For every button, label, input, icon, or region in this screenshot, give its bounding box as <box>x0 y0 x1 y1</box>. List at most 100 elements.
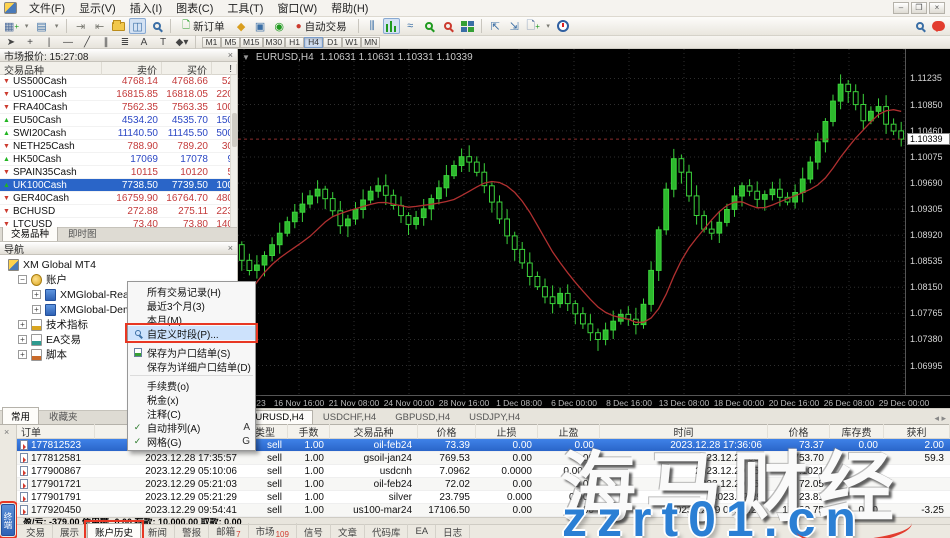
context-menu-item[interactable]: 税金(x) <box>128 392 255 406</box>
terminal-tab-交易[interactable]: 交易 <box>19 524 53 538</box>
terminal-tab-展示[interactable]: 展示 <box>53 524 87 538</box>
new-order-button[interactable]: 🗋 新订单 <box>176 18 231 34</box>
terminal-side-tab[interactable]: 终端 <box>1 504 15 536</box>
terminal-tab-邮箱[interactable]: 邮箱7 <box>209 523 248 538</box>
trendline-tool-icon[interactable]: ╱ <box>80 37 94 48</box>
market-watch-row[interactable]: ▲HK50Cash17069170789 <box>0 153 237 166</box>
expand-plus-icon[interactable]: + <box>18 335 27 344</box>
terminal-tab-EA[interactable]: EA <box>408 525 436 538</box>
chart-tab-usdjpy[interactable]: USDJPY,H4 <box>460 410 529 424</box>
context-menu-item[interactable]: 最近3个月(3) <box>128 298 255 312</box>
timeframe-button-h4[interactable]: H4 <box>304 37 323 48</box>
history-row[interactable]: 1778125812023.12.28 17:35:57sell1.00gsoi… <box>17 452 950 465</box>
indicators-dropdown-icon[interactable]: ▾ <box>544 18 553 34</box>
menubar-item[interactable]: 窗口(W) <box>270 0 324 17</box>
market-watch-row[interactable]: ▼LTCUSD73.4073.80140 <box>0 218 237 227</box>
expand-plus-icon[interactable]: + <box>32 305 41 314</box>
timeframe-button-h1[interactable]: H1 <box>285 37 304 48</box>
channel-tool-icon[interactable]: ∥ <box>99 37 113 48</box>
profiles-dropdown-icon[interactable]: ▾ <box>52 18 61 34</box>
close-button[interactable]: × <box>929 2 945 14</box>
fibonacci-tool-icon[interactable]: ≣ <box>118 37 132 48</box>
cursor-tool-icon[interactable]: ➤ <box>4 37 18 48</box>
chart-marker-icon[interactable]: ▼ <box>242 53 250 62</box>
timeframe-button-w1[interactable]: W1 <box>342 37 361 48</box>
shapes-tool-icon[interactable]: ◆▾ <box>175 37 189 48</box>
menubar-item[interactable]: 帮助(H) <box>324 0 375 17</box>
terminal-tab-信号[interactable]: 信号 <box>297 524 331 538</box>
expand-plus-icon[interactable]: + <box>32 290 41 299</box>
hline-tool-icon[interactable]: — <box>61 37 75 48</box>
auto-scroll-icon[interactable]: ⇤ <box>91 18 108 34</box>
context-menu-item[interactable]: 所有交易记录(H) <box>128 284 255 298</box>
market-watch-row[interactable]: ▼SPAIN35Cash10115101205 <box>0 166 237 179</box>
collapse-minus-icon[interactable]: − <box>18 275 27 284</box>
timeframe-button-m1[interactable]: M1 <box>202 37 221 48</box>
terminal-panel-icon[interactable]: ▣ <box>252 18 269 34</box>
zoom-in-icon[interactable] <box>421 18 438 34</box>
menubar-item[interactable]: 文件(F) <box>22 0 72 17</box>
history-row[interactable]: 1779017212023.12.29 05:21:03sell1.00oil-… <box>17 478 950 491</box>
template-zoom-icon[interactable] <box>148 18 165 34</box>
profiles-icon[interactable]: ▤ <box>33 18 50 34</box>
market-watch-row[interactable]: ▼US500Cash4768.144768.6652 <box>0 75 237 88</box>
line-chart-mode-icon[interactable]: ≈ <box>402 18 419 34</box>
arrange-asc-icon[interactable]: ⇱ <box>487 18 504 34</box>
close-icon[interactable]: × <box>4 427 9 437</box>
market-watch-row[interactable]: ▼GER40Cash16759.9016764.70480 <box>0 192 237 205</box>
history-row[interactable]: 1779204502023.12.29 09:54:41sell1.00us10… <box>17 504 950 517</box>
market-watch-header[interactable]: 市场报价: 15:27:08 × <box>0 49 237 62</box>
navigator-header[interactable]: 导航 × <box>0 242 237 255</box>
context-menu-item[interactable]: ✓网格(G)G <box>128 434 255 448</box>
timeframe-button-m30[interactable]: M30 <box>263 37 286 48</box>
terminal-tab-代码库[interactable]: 代码库 <box>365 524 409 538</box>
timeframe-button-m15[interactable]: M15 <box>240 37 263 48</box>
autotrading-button[interactable]: ● 自动交易 <box>290 18 353 34</box>
terminal-tab-市场[interactable]: 市场109 <box>249 523 297 538</box>
terminal-tab-文章[interactable]: 文章 <box>331 524 365 538</box>
expand-plus-icon[interactable]: + <box>18 320 27 329</box>
context-menu-item[interactable]: 本月(M) <box>128 312 255 326</box>
periods-clock-icon[interactable] <box>555 18 572 34</box>
new-chart-icon[interactable]: ▦+ <box>3 18 20 34</box>
menubar-item[interactable]: 插入(I) <box>123 0 169 17</box>
chart-tab-gbpusd[interactable]: GBPUSD,H4 <box>386 410 459 424</box>
market-watch-row[interactable]: ▼FRA40Cash7562.357563.35100 <box>0 101 237 114</box>
terminal-tab-账户历史[interactable]: 账户历史 <box>87 523 141 538</box>
history-row[interactable]: 1779017912023.12.29 05:21:29sell1.00silv… <box>17 491 950 504</box>
menubar-item[interactable]: 图表(C) <box>169 0 220 17</box>
context-menu-item[interactable]: 手续费(o) <box>128 378 255 392</box>
navigator-tab-favorites[interactable]: 收藏夹 <box>40 407 87 424</box>
market-watch-row[interactable]: ▲SWI20Cash11140.5011145.50500 <box>0 127 237 140</box>
timeframe-button-m5[interactable]: M5 <box>221 37 240 48</box>
label-tool-icon[interactable]: T <box>156 37 170 48</box>
bar-chart-mode-icon[interactable]: ⫼ <box>364 18 381 34</box>
context-menu-item[interactable]: 自定义时段(P)... <box>128 326 255 340</box>
terminal-tab-新闻[interactable]: 新闻 <box>141 524 175 538</box>
chart-shift-icon[interactable]: ⇥ <box>72 18 89 34</box>
price-axis[interactable]: 1.112351.108501.104601.100751.096901.093… <box>905 49 950 395</box>
context-menu-item[interactable]: ✓自动排列(A)A <box>128 420 255 434</box>
crosshair-tool-icon[interactable]: + <box>23 37 37 48</box>
restore-button[interactable]: ❐ <box>911 2 927 14</box>
context-menu-item[interactable]: 保存为详细户口结单(D) <box>128 359 255 373</box>
chart-tab-usdchf[interactable]: USDCHF,H4 <box>314 410 385 424</box>
chart-tabs-scroll-icons[interactable]: ◂ ▸ <box>934 413 950 424</box>
chart-area[interactable]: ▼ EURUSD,H4 1.10631 1.10631 1.10331 1.10… <box>238 49 950 395</box>
chart-window-icon[interactable]: ◫ <box>129 18 146 34</box>
menubar-item[interactable]: 工具(T) <box>220 0 270 17</box>
market-watch-row[interactable]: ▼US100Cash16815.8516818.05220 <box>0 88 237 101</box>
community-notification-icon[interactable] <box>930 18 947 34</box>
expand-plus-icon[interactable]: + <box>18 350 27 359</box>
candlestick-mode-icon[interactable] <box>383 18 400 34</box>
tile-windows-icon[interactable] <box>459 18 476 34</box>
candlestick-chart[interactable] <box>238 49 905 395</box>
new-chart-dropdown-icon[interactable]: ▾ <box>22 18 31 34</box>
market-watch-scrollbar[interactable] <box>230 75 237 227</box>
minimize-button[interactable]: – <box>893 2 909 14</box>
market-watch-row[interactable]: ▼NETH25Cash788.90789.2030 <box>0 140 237 153</box>
navigator-tree-item[interactable]: XM Global MT4 <box>0 257 237 272</box>
context-menu-item[interactable]: 注释(C) <box>128 406 255 420</box>
indicators-add-icon[interactable]: 🗋+ <box>525 18 542 34</box>
close-icon[interactable]: × <box>228 50 233 60</box>
